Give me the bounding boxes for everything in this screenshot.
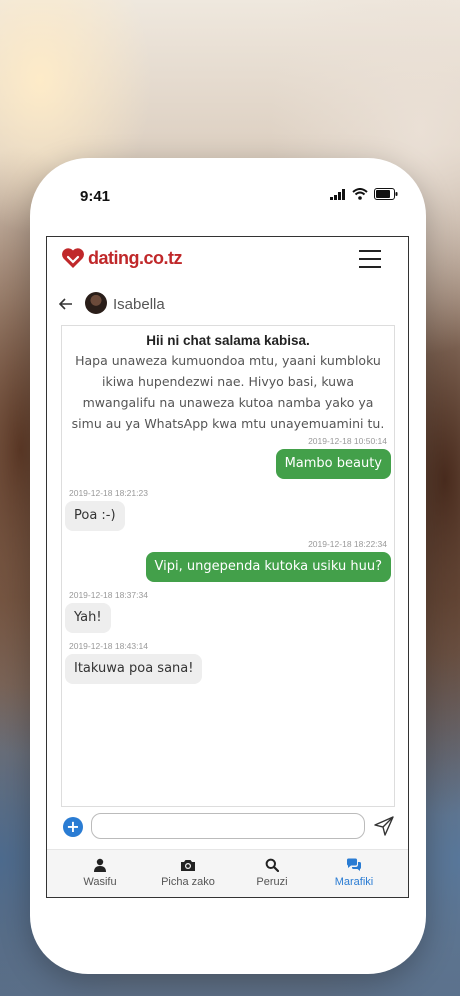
tab-marafiki[interactable]: Marafiki: [309, 856, 399, 888]
safety-notice-title: Hii ni chat salama kabisa.: [146, 333, 310, 348]
tab-picha-zako[interactable]: Picha zako: [143, 856, 233, 888]
safety-notice-body: Hapa unaweza kumuondoa mtu, yaani kumblo…: [71, 353, 385, 431]
message-input[interactable]: [91, 813, 365, 839]
menu-icon[interactable]: [359, 250, 381, 268]
chat-messages[interactable]: Hii ni chat salama kabisa. Hapa unaweza …: [61, 325, 395, 807]
message-row: 2019-12-18 18:22:34 Vipi, ungependa kuto…: [62, 539, 394, 582]
message-composer: +: [47, 807, 408, 849]
send-icon[interactable]: [373, 815, 395, 837]
tab-label: Picha zako: [161, 876, 215, 888]
message-timestamp: 2019-12-18 18:37:34: [69, 590, 148, 600]
signal-icon: [330, 188, 345, 200]
battery-icon: [374, 188, 398, 200]
message-timestamp: 2019-12-18 18:22:34: [308, 539, 387, 549]
heart-logo-icon: [62, 248, 84, 268]
status-icons: [330, 188, 398, 200]
safety-notice: Hii ni chat salama kabisa. Hapa unaweza …: [68, 332, 388, 434]
message-row: 2019-12-18 10:50:14 Mambo beauty: [62, 436, 394, 479]
chat-bubbles-icon: [309, 856, 399, 874]
contact-name[interactable]: Isabella: [113, 296, 165, 313]
bottom-tab-bar: Wasifu Picha zako Peruzi Marafiki: [47, 849, 408, 897]
phone-frame: 9:41 dating.co.tz Isabella Hii ni chat s…: [30, 158, 426, 974]
outgoing-message[interactable]: Vipi, ungependa kutoka usiku huu?: [145, 552, 391, 582]
add-attachment-button[interactable]: +: [63, 817, 83, 837]
status-bar: 9:41: [30, 158, 426, 236]
tab-label: Marafiki: [334, 876, 374, 888]
chat-header: Isabella: [47, 283, 408, 325]
tab-label: Peruzi: [256, 876, 288, 888]
camera-icon: [143, 856, 233, 874]
app-header: dating.co.tz: [47, 237, 408, 283]
search-icon: [227, 856, 317, 874]
outgoing-message[interactable]: Mambo beauty: [275, 449, 391, 479]
brand-logo[interactable]: dating.co.tz: [61, 247, 183, 269]
incoming-message[interactable]: Itakuwa poa sana!: [65, 654, 203, 684]
app-screen: dating.co.tz Isabella Hii ni chat salama…: [46, 236, 409, 898]
brand-name: dating.co.tz: [88, 247, 183, 268]
message-timestamp: 2019-12-18 10:50:14: [308, 436, 387, 446]
contact-avatar[interactable]: [85, 292, 107, 314]
user-icon: [55, 856, 145, 874]
tab-wasifu[interactable]: Wasifu: [55, 856, 145, 888]
message-timestamp: 2019-12-18 18:21:23: [69, 488, 148, 498]
status-time: 9:41: [80, 188, 111, 205]
message-row: 2019-12-18 18:37:34 Yah!: [62, 590, 394, 633]
back-arrow-icon[interactable]: [58, 295, 73, 314]
message-timestamp: 2019-12-18 18:43:14: [69, 641, 148, 651]
tab-label: Wasifu: [83, 876, 117, 888]
incoming-message[interactable]: Poa :-): [65, 501, 125, 531]
message-row: 2019-12-18 18:43:14 Itakuwa poa sana!: [62, 641, 394, 684]
wifi-icon: [352, 188, 368, 200]
tab-peruzi[interactable]: Peruzi: [227, 856, 317, 888]
message-row: 2019-12-18 18:21:23 Poa :-): [62, 488, 394, 531]
incoming-message[interactable]: Yah!: [65, 603, 111, 633]
